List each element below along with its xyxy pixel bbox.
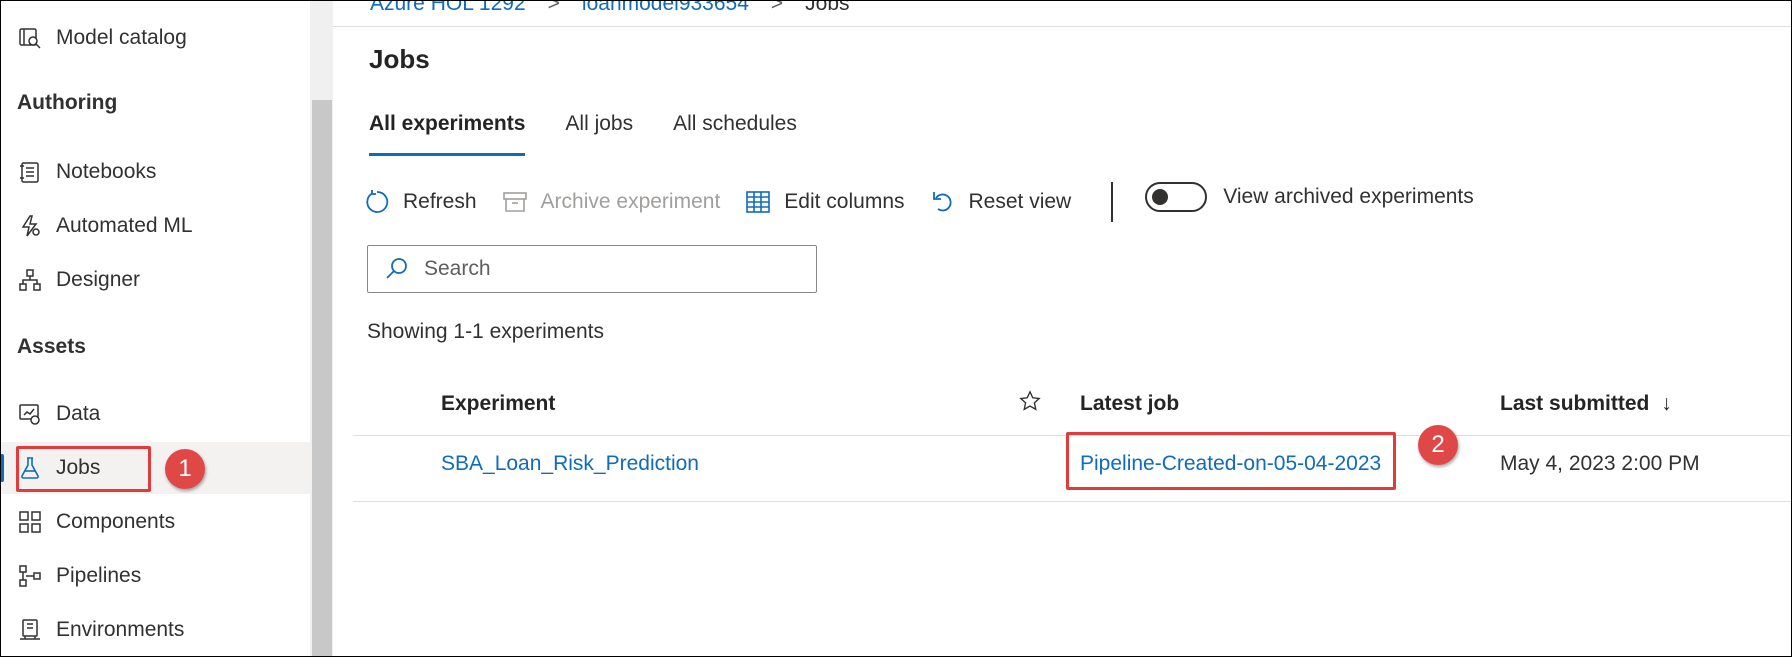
experiment-tabs: All experiments All jobs All schedules bbox=[369, 108, 837, 156]
refresh-button[interactable]: Refresh bbox=[363, 188, 477, 216]
favorite-star-icon[interactable] bbox=[1019, 390, 1041, 418]
edit-columns-button[interactable]: Edit columns bbox=[744, 188, 905, 216]
sidebar-scrollbar-thumb[interactable] bbox=[312, 100, 332, 657]
nav-item-label: Notebooks bbox=[56, 160, 157, 183]
refresh-icon bbox=[363, 188, 391, 216]
nav-item-automated-ml[interactable]: Automated ML bbox=[0, 200, 310, 252]
tab-all-schedules[interactable]: All schedules bbox=[673, 108, 797, 156]
nav-item-pipelines[interactable]: Pipelines bbox=[0, 550, 310, 602]
nav-item-label: Model catalog bbox=[56, 26, 187, 49]
automated-ml-icon bbox=[17, 213, 43, 239]
breadcrumb-current: Jobs bbox=[805, 0, 850, 15]
archive-icon bbox=[501, 188, 529, 216]
breadcrumb: Azure HOL 1292 > loanmodel933654 > Jobs bbox=[370, 0, 850, 16]
left-nav: Model catalog Authoring Notebooks Automa… bbox=[0, 0, 310, 657]
nav-item-components[interactable]: Components bbox=[0, 496, 310, 548]
breadcrumb-separator: > bbox=[770, 0, 784, 15]
section-heading-assets: Assets bbox=[17, 335, 86, 358]
nav-item-label: Data bbox=[56, 402, 101, 425]
data-icon bbox=[17, 401, 43, 427]
view-archived-label: View archived experiments bbox=[1223, 185, 1474, 208]
refresh-label: Refresh bbox=[403, 190, 477, 213]
search-box[interactable] bbox=[367, 245, 817, 293]
nav-item-model-catalog[interactable]: Model catalog bbox=[0, 12, 310, 64]
nav-item-data[interactable]: Data bbox=[0, 388, 310, 440]
reset-view-button[interactable]: Reset view bbox=[929, 188, 1072, 216]
undo-icon bbox=[929, 188, 957, 216]
search-icon bbox=[384, 255, 412, 283]
tab-all-experiments[interactable]: All experiments bbox=[369, 108, 526, 156]
table-columns-icon bbox=[744, 188, 772, 216]
breadcrumb-workspace[interactable]: Azure HOL 1292 bbox=[370, 0, 526, 16]
reset-view-label: Reset view bbox=[968, 190, 1072, 213]
results-count: Showing 1-1 experiments bbox=[367, 320, 604, 343]
nav-item-label: Pipelines bbox=[56, 564, 142, 587]
nav-item-label: Automated ML bbox=[56, 214, 193, 237]
annotation-highlight-latest-job bbox=[1066, 432, 1396, 490]
nav-item-environments[interactable]: Environments bbox=[0, 604, 310, 656]
experiment-name-link[interactable]: SBA_Loan_Risk_Prediction bbox=[441, 452, 699, 476]
view-archived-toggle[interactable] bbox=[1145, 182, 1208, 212]
archive-experiment-button[interactable]: Archive experiment bbox=[501, 188, 721, 216]
model-catalog-icon bbox=[17, 25, 43, 51]
column-header-experiment[interactable]: Experiment bbox=[441, 392, 555, 416]
breadcrumb-model[interactable]: loanmodel933654 bbox=[582, 0, 749, 16]
archive-experiment-label: Archive experiment bbox=[540, 190, 721, 213]
pipelines-icon bbox=[17, 563, 43, 589]
toolbar-divider bbox=[1111, 182, 1114, 222]
breadcrumb-separator: > bbox=[547, 0, 560, 15]
nav-item-notebooks[interactable]: Notebooks bbox=[0, 146, 310, 198]
view-archived-toggle-group: View archived experiments bbox=[1145, 182, 1474, 212]
edit-columns-label: Edit columns bbox=[784, 190, 905, 213]
annotation-highlight-jobs bbox=[16, 446, 151, 492]
column-header-last-submitted[interactable]: Last submitted ↓ bbox=[1500, 392, 1672, 416]
tab-all-jobs[interactable]: All jobs bbox=[565, 108, 633, 156]
last-submitted-value: May 4, 2023 2:00 PM bbox=[1500, 452, 1700, 475]
section-heading-authoring: Authoring bbox=[17, 91, 118, 114]
components-icon bbox=[17, 509, 43, 535]
designer-icon bbox=[17, 267, 43, 293]
toolbar: Refresh Archive experiment Edit columns … bbox=[363, 180, 1474, 224]
column-header-latest-job[interactable]: Latest job bbox=[1080, 392, 1179, 416]
main-content: Azure HOL 1292 > loanmodel933654 > Jobs … bbox=[333, 0, 1792, 657]
notebook-icon bbox=[17, 159, 43, 185]
nav-item-label: Components bbox=[56, 510, 176, 533]
annotation-badge-1: 1 bbox=[165, 449, 205, 489]
toggle-knob bbox=[1152, 189, 1169, 205]
page-title: Jobs bbox=[369, 44, 430, 74]
nav-item-label: Designer bbox=[56, 268, 141, 291]
column-header-last-submitted-label: Last submitted bbox=[1500, 392, 1650, 415]
environments-icon bbox=[17, 617, 43, 643]
search-input[interactable] bbox=[424, 257, 804, 281]
breadcrumb-divider bbox=[333, 26, 1792, 27]
annotation-badge-2: 2 bbox=[1418, 425, 1458, 465]
nav-item-label: Environments bbox=[56, 618, 185, 641]
sort-descending-icon: ↓ bbox=[1661, 392, 1672, 415]
table-header-row: Experiment Latest job Last submitted ↓ bbox=[353, 380, 1792, 436]
nav-item-designer[interactable]: Designer bbox=[0, 254, 310, 306]
